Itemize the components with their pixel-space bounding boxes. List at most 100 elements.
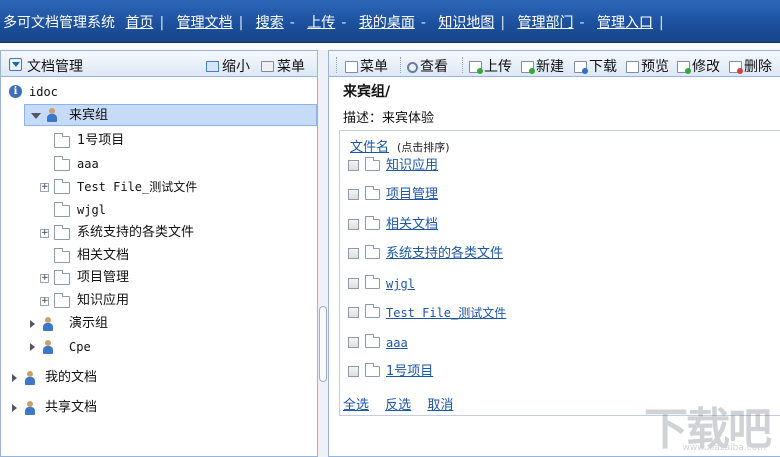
nav-home[interactable]: 首页 <box>125 15 153 31</box>
view-label: 查看 <box>420 59 448 75</box>
preview-label: 预览 <box>641 59 669 75</box>
group-icon <box>45 108 59 122</box>
nav-search[interactable]: 搜索 <box>256 15 284 31</box>
file-link[interactable]: 系统支持的各类文件 <box>386 244 503 264</box>
folder-icon <box>365 363 380 377</box>
download-button[interactable]: 下载 <box>574 56 617 76</box>
row-checkbox[interactable] <box>348 307 359 318</box>
folder-icon <box>365 334 380 348</box>
file-toolbar: 菜单 查看 上传 新建 下载 预览 修改 删除 <box>329 51 780 77</box>
tree-item-label: 我的文档 <box>45 370 98 385</box>
file-link[interactable]: Test File_测试文件 <box>386 303 506 323</box>
collapsed-arrow-icon[interactable] <box>12 374 17 382</box>
shrink-label: 缩小 <box>222 59 250 75</box>
folder-icon <box>54 179 70 194</box>
view-button[interactable]: 查看 <box>407 56 448 76</box>
delete-icon <box>729 61 743 74</box>
tree-item-label: idoc <box>29 85 58 99</box>
edit-button[interactable]: 修改 <box>677 56 720 76</box>
nav-separator: - <box>341 15 347 31</box>
select-all-link[interactable]: 全选 <box>343 398 369 413</box>
file-link[interactable]: 项目管理 <box>386 185 438 205</box>
preview-icon <box>626 61 639 73</box>
tree-item-shared-docs[interactable]: 共享文档 <box>1 397 317 419</box>
nav-knowledge-map[interactable]: 知识地图 <box>438 15 494 31</box>
tree-item-guest-group[interactable]: 来宾组 <box>24 104 317 126</box>
tree-item-folder[interactable]: aaa <box>1 153 317 175</box>
row-checkbox[interactable] <box>348 337 359 348</box>
file-link[interactable]: 相关文档 <box>386 215 438 235</box>
tree-item-cpe-group[interactable]: Cpe <box>1 336 317 358</box>
doc-tree-title: 文档管理 <box>27 59 83 75</box>
toolbar-divider <box>462 57 463 73</box>
row-checkbox[interactable] <box>348 248 359 259</box>
tree-item-root[interactable]: i idoc <box>1 81 317 103</box>
tree-item-my-docs[interactable]: 我的文档 <box>1 367 317 389</box>
nav-separator: - <box>289 15 295 31</box>
expanded-arrow-icon[interactable] <box>31 113 41 119</box>
tree-menu-button[interactable]: 菜单 <box>261 56 305 76</box>
collapse-toggle-icon[interactable] <box>9 58 22 71</box>
row-checkbox[interactable] <box>348 278 359 289</box>
doc-tree-header: 文档管理 缩小 菜单 <box>1 51 317 77</box>
file-list-header: 文件名 (点击排序) <box>350 136 450 155</box>
folder-icon <box>54 133 70 148</box>
nav-manage-dept[interactable]: 管理部门 <box>518 15 574 31</box>
info-icon: i <box>9 85 22 98</box>
sort-by-filename-link[interactable]: 文件名 <box>350 140 389 155</box>
file-link[interactable]: wjgl <box>386 274 415 294</box>
file-link[interactable]: aaa <box>386 333 408 353</box>
tree-item-folder[interactable]: 1号项目 <box>1 130 317 152</box>
menu-icon <box>261 61 274 72</box>
tree-item-label: 相关文档 <box>77 248 130 263</box>
current-path: 来宾组/ <box>343 84 391 100</box>
cancel-selection-link[interactable]: 取消 <box>427 398 453 413</box>
tree-item-folder[interactable]: + 项目管理 <box>1 267 317 289</box>
nav-separator: - <box>420 15 426 31</box>
tree-item-folder[interactable]: + 系统支持的各类文件 <box>1 222 317 244</box>
row-checkbox[interactable] <box>348 366 359 377</box>
shrink-button[interactable]: 缩小 <box>206 56 250 76</box>
row-checkbox[interactable] <box>348 219 359 230</box>
tree-item-folder[interactable]: + 知识应用 <box>1 290 317 312</box>
expand-plus-icon[interactable]: + <box>40 229 49 238</box>
file-list-panel: 菜单 查看 上传 新建 下载 预览 修改 删除 来宾组/ 描述：来宾体验 文件名… <box>328 50 780 457</box>
tree-item-label: aaa <box>77 157 99 171</box>
new-file-icon <box>521 61 535 74</box>
panel-splitter[interactable] <box>318 50 328 457</box>
invert-selection-link[interactable]: 反选 <box>385 398 411 413</box>
collapsed-arrow-icon[interactable] <box>30 343 35 351</box>
nav-my-desktop[interactable]: 我的桌面 <box>359 15 415 31</box>
nav-manage-docs[interactable]: 管理文档 <box>177 15 233 31</box>
row-checkbox[interactable] <box>348 189 359 200</box>
file-link[interactable]: 知识应用 <box>386 156 438 176</box>
delete-button[interactable]: 删除 <box>729 56 772 76</box>
preview-button[interactable]: 预览 <box>626 56 669 76</box>
expand-plus-icon[interactable]: + <box>40 297 49 306</box>
splitter-grip-handle[interactable] <box>319 306 327 382</box>
folder-icon <box>54 293 70 308</box>
toolbar-divider <box>400 57 401 73</box>
tree-item-folder[interactable]: + Test File_测试文件 <box>1 176 317 198</box>
new-button[interactable]: 新建 <box>521 56 564 76</box>
nav-upload[interactable]: 上传 <box>307 15 335 31</box>
collapsed-arrow-icon[interactable] <box>12 404 17 412</box>
nav-admin-entry[interactable]: 管理入口 <box>597 15 653 31</box>
file-link[interactable]: 1号项目 <box>386 362 433 382</box>
collapsed-arrow-icon[interactable] <box>30 320 35 328</box>
toolbar-menu-button[interactable]: 菜单 <box>345 56 388 76</box>
doc-tree-panel: 文档管理 缩小 菜单 i idoc 来宾组 1号项目 aaa + Test Fi… <box>0 50 318 457</box>
tree-item-demo-group[interactable]: 演示组 <box>1 313 317 335</box>
tree-item-folder[interactable]: wjgl <box>1 199 317 221</box>
edit-label: 修改 <box>692 59 720 75</box>
tree-item-folder[interactable]: 相关文档 <box>1 245 317 267</box>
row-checkbox[interactable] <box>348 160 359 171</box>
selection-actions: 全选 反选 取消 <box>343 394 465 413</box>
folder-icon <box>365 304 380 318</box>
tree-item-label: 项目管理 <box>77 270 130 285</box>
download-label: 下载 <box>589 59 617 75</box>
tree-item-label: 共享文档 <box>45 400 98 415</box>
upload-button[interactable]: 上传 <box>469 56 512 76</box>
expand-plus-icon[interactable]: + <box>40 183 49 192</box>
expand-plus-icon[interactable]: + <box>40 274 49 283</box>
